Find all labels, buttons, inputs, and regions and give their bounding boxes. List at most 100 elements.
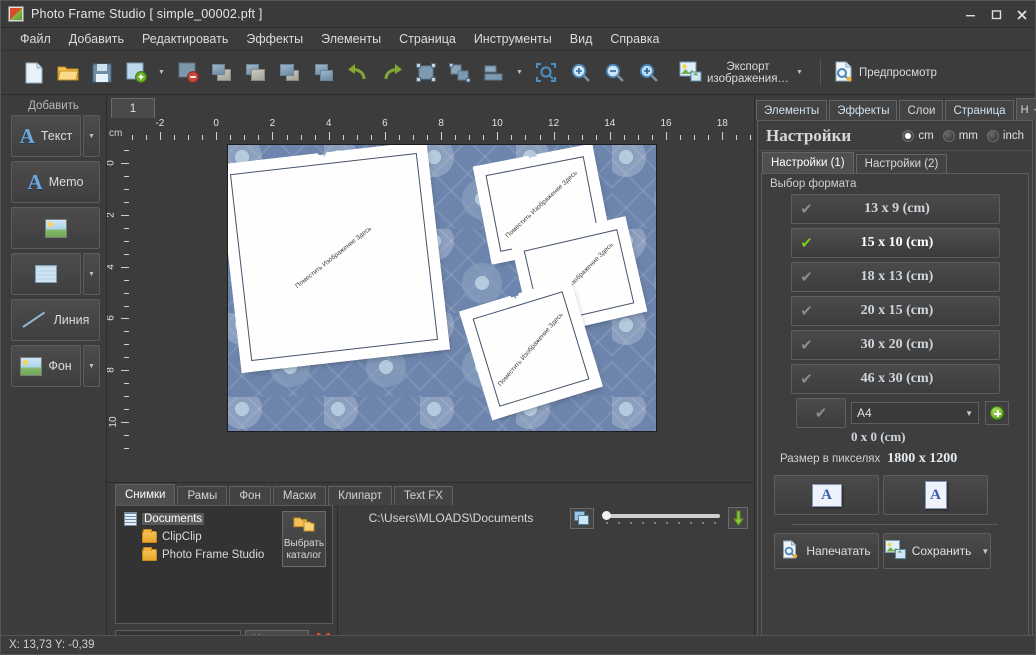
tab-textfx[interactable]: Text FX <box>394 486 453 505</box>
fit-to-screen-icon[interactable] <box>531 57 561 89</box>
tab-page[interactable]: Страница <box>945 100 1014 120</box>
add-image-button[interactable] <box>11 207 100 249</box>
folder-tree[interactable]: Documents ClipClip Photo Frame Studio Вы… <box>115 505 333 624</box>
export-image-button[interactable]: Экспорт изображения… <box>675 56 793 90</box>
choose-directory-button[interactable]: Выбрать каталог <box>282 511 326 567</box>
add-text-button[interactable]: A Текст <box>11 115 81 157</box>
format-option-20x15[interactable]: ✔ 20 x 15 (cm) <box>790 296 1000 326</box>
pixel-size-row: Размер в пикселях 1800 x 1200 <box>780 451 1020 467</box>
zoom-in-icon[interactable] <box>565 57 595 89</box>
new-document-icon[interactable] <box>19 57 49 89</box>
unit-label-inch: inch <box>1002 129 1024 142</box>
page-tab-1[interactable]: 1 <box>111 98 155 118</box>
tab-background[interactable]: Фон <box>229 486 271 505</box>
delete-object-icon[interactable] <box>173 57 203 89</box>
group-icon[interactable] <box>411 57 441 89</box>
custom-format-select[interactable]: A4 ▼ <box>851 402 979 424</box>
add-object-icon[interactable] <box>121 57 151 89</box>
unit-radio-cm[interactable]: cm <box>902 129 934 142</box>
ungroup-icon[interactable] <box>445 57 475 89</box>
tab-layers[interactable]: Слои <box>899 100 944 120</box>
tab-snapshots[interactable]: Снимки <box>115 484 176 505</box>
add-shape-button[interactable] <box>11 253 81 295</box>
add-background-dropdown[interactable]: ▼ <box>83 345 100 387</box>
subtab-settings-1[interactable]: Настройки (1) <box>762 152 854 173</box>
align-dropdown-arrow[interactable]: ▼ <box>513 57 526 89</box>
menu-item-page[interactable]: Страница <box>390 29 465 49</box>
add-object-dropdown-arrow[interactable]: ▼ <box>155 57 168 89</box>
add-background-button[interactable]: Фон <box>11 345 81 387</box>
portrait-orientation-button[interactable]: A <box>883 475 988 515</box>
undo-icon[interactable] <box>343 57 373 89</box>
close-button[interactable] <box>1009 1 1035 28</box>
canvas-stage[interactable]: Поместить Изображение Здесь Поместить Изо… <box>129 140 754 482</box>
align-icon[interactable] <box>479 57 509 89</box>
add-background-row: Фон ▼ <box>1 345 106 391</box>
send-backward-icon[interactable] <box>241 57 271 89</box>
add-format-button[interactable] <box>985 401 1009 425</box>
photo-frame-placeholder[interactable]: Поместить Изображение Здесь <box>227 145 448 371</box>
export-dropdown-arrow[interactable]: ▼ <box>793 57 806 89</box>
ruler-row: cm -2 0 2 4 6 8 10 12 14 16 18 <box>107 118 754 140</box>
menu-item-view[interactable]: Вид <box>561 29 602 49</box>
open-folder-icon[interactable] <box>53 57 83 89</box>
menu-item-tools[interactable]: Инструменты <box>465 29 561 49</box>
minimize-button[interactable] <box>957 1 983 28</box>
add-line-button[interactable]: Линия <box>11 299 100 341</box>
ruler-tick <box>121 370 129 372</box>
download-arrow-icon[interactable] <box>728 507 748 529</box>
subtab-settings-2[interactable]: Настройки (2) <box>855 154 948 173</box>
photo-frame-caption: Поместить Изображение Здесь <box>294 224 373 290</box>
menu-item-effects[interactable]: Эффекты <box>237 29 312 49</box>
horizontal-ruler[interactable]: -2 0 2 4 6 8 10 12 14 16 18 <box>129 118 754 140</box>
menu-item-file[interactable]: Файл <box>11 29 60 49</box>
custom-format-size: 0 x 0 (cm) <box>851 429 906 444</box>
tab-elements[interactable]: Элементы <box>756 100 828 120</box>
ruler-tick <box>328 132 330 140</box>
format-option-15x10[interactable]: ✔ 15 x 10 (cm) <box>790 228 1000 258</box>
tab-frames[interactable]: Рамы <box>177 486 228 505</box>
add-background-label: Фон <box>48 359 72 373</box>
format-label: 30 x 20 (cm) <box>860 337 934 352</box>
tab-clipart[interactable]: Клипарт <box>328 486 392 505</box>
format-option-46x30[interactable]: ✔ 46 x 30 (cm) <box>790 364 1000 394</box>
tab-effects[interactable]: Эффекты <box>829 100 898 120</box>
photo-frame-placeholder[interactable]: Поместить Изображение Здесь <box>460 280 601 418</box>
bring-to-front-icon[interactable] <box>275 57 305 89</box>
format-option-30x20[interactable]: ✔ 30 x 20 (cm) <box>790 330 1000 360</box>
menu-item-add[interactable]: Добавить <box>60 29 133 49</box>
slider-knob[interactable] <box>602 511 611 520</box>
vertical-ruler[interactable]: 0 2 4 6 8 10 <box>107 140 129 482</box>
redo-icon[interactable] <box>377 57 407 89</box>
tab-scroll-nav[interactable]: Н ◀ ▶ <box>1015 98 1036 120</box>
background-icon <box>20 356 43 376</box>
unit-radio-inch[interactable]: inch <box>986 129 1024 142</box>
add-memo-button[interactable]: A Memo <box>11 161 100 203</box>
bring-forward-icon[interactable] <box>207 57 237 89</box>
custom-format-checkbox[interactable]: ✔ <box>796 398 846 428</box>
add-text-dropdown[interactable]: ▼ <box>83 115 100 157</box>
ruler-tick <box>121 421 129 423</box>
document-page[interactable]: Поместить Изображение Здесь Поместить Изо… <box>226 144 657 432</box>
tab-masks[interactable]: Маски <box>272 486 327 505</box>
menu-item-elements[interactable]: Элементы <box>312 29 390 49</box>
ruler-label: 14 <box>604 118 616 129</box>
ruler-tick <box>666 132 667 140</box>
menu-item-help[interactable]: Справка <box>601 29 668 49</box>
unit-radio-mm[interactable]: mm <box>942 129 978 142</box>
preview-button[interactable]: Предпросмотр <box>830 56 941 90</box>
thumbnails-icon[interactable] <box>570 507 594 529</box>
menu-item-edit[interactable]: Редактировать <box>133 29 237 49</box>
thumbnail-size-slider[interactable] <box>600 510 722 526</box>
format-option-18x13[interactable]: ✔ 18 x 13 (cm) <box>790 262 1000 292</box>
save-button[interactable]: Сохранить ▼ <box>883 533 991 569</box>
zoom-actual-icon[interactable] <box>633 57 663 89</box>
save-icon[interactable] <box>87 57 117 89</box>
send-to-back-icon[interactable] <box>309 57 339 89</box>
print-button[interactable]: Напечатать <box>774 533 879 569</box>
format-option-13x9[interactable]: ✔ 13 x 9 (cm) <box>790 194 1000 224</box>
add-shape-dropdown[interactable]: ▼ <box>83 253 100 295</box>
maximize-button[interactable] <box>983 1 1009 28</box>
landscape-orientation-button[interactable]: A <box>774 475 879 515</box>
zoom-out-icon[interactable] <box>599 57 629 89</box>
